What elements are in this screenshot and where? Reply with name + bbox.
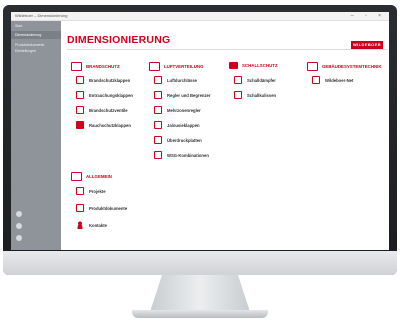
sound-icon	[229, 62, 238, 69]
sidebar-item-einstellungen[interactable]: Einstellungen	[15, 49, 36, 53]
item-label: WSG-Kombinationen	[167, 152, 209, 158]
folder-icon	[76, 187, 84, 195]
diffuser-icon	[154, 76, 162, 84]
fire-icon	[71, 62, 82, 71]
item-rauchschutzklappen[interactable]: Rauchschutzklappen	[76, 121, 131, 129]
category-schallschutz: SCHALLSCHUTZ	[229, 62, 278, 69]
item-brandschutzventile[interactable]: Brandschutzventile	[76, 106, 128, 114]
item-label: Brandschutzklappen	[89, 77, 131, 83]
item-label: Brandschutzventile	[89, 107, 128, 113]
window-controls[interactable]: – ▫ ×	[351, 13, 386, 19]
louver-icon	[154, 121, 162, 129]
item-label: Rauchschutzklappen	[89, 122, 131, 128]
sidebar-item-produktdokumente[interactable]: Produktdokumente	[15, 43, 44, 47]
multizone-icon	[154, 106, 162, 114]
item-label: Schalldämpfer	[247, 77, 276, 83]
item-kontakte[interactable]: Kontakte	[76, 221, 107, 229]
sidebar-item-start[interactable]: Start	[15, 24, 22, 28]
item-label: Jalousieklappen	[167, 122, 200, 128]
item-label: Schallkulissen	[247, 92, 277, 98]
category-title: GEBÄUDESYSTEMTECHNIK	[322, 64, 382, 69]
item-brandschutzklappen[interactable]: Brandschutzklappen	[76, 76, 130, 84]
item-luftdurchlaesse[interactable]: Luftdurchlässe	[154, 76, 197, 84]
combination-icon	[154, 151, 162, 159]
category-brandschutz: BRANDSCHUTZ	[71, 62, 120, 71]
item-label: Regler und Begrenzer	[167, 92, 211, 98]
page-title: DIMENSIONIERUNG	[67, 34, 171, 46]
item-label: Luftdurchlässe	[167, 77, 198, 83]
wildeboer-logo: WILDEBOER	[351, 41, 383, 49]
item-label: Wildeboer-Net	[325, 77, 354, 83]
app-window: Wildeboer – Dimensionierung – ▫ × Start …	[11, 12, 389, 250]
user-icon[interactable]	[16, 235, 22, 241]
item-schallkulissen[interactable]: Schallkulissen	[234, 91, 276, 99]
info-icon[interactable]	[16, 211, 22, 217]
item-regler-begrenzer[interactable]: Regler und Begrenzer	[154, 91, 211, 99]
monitor-stand	[150, 275, 250, 312]
item-wsg-kombinationen[interactable]: WSG-Kombinationen	[154, 151, 209, 159]
airflow-icon	[149, 62, 160, 71]
category-title: SCHALLSCHUTZ	[242, 63, 278, 68]
category-title: BRANDSCHUTZ	[86, 64, 120, 69]
item-produktdokumente[interactable]: Produktdokumente	[76, 204, 127, 212]
monitor-frame: Wildeboer – Dimensionierung – ▫ × Start …	[3, 5, 397, 275]
pressure-plate-icon	[154, 136, 162, 144]
category-allgemein: ALLGEMEIN	[71, 172, 112, 181]
item-projekte[interactable]: Projekte	[76, 187, 106, 195]
regulator-icon	[154, 91, 162, 99]
category-gebaeudesystemtechnik: GEBÄUDESYSTEMTECHNIK	[307, 62, 382, 71]
item-label: Mehrzonenregler	[167, 107, 201, 113]
category-title: LUFTVERTEILUNG	[164, 64, 204, 69]
item-mehrzonenregler[interactable]: Mehrzonenregler	[154, 106, 201, 114]
item-schalldaempfer[interactable]: Schalldämpfer	[234, 76, 276, 84]
smoke-damper-icon	[76, 91, 84, 99]
item-entrauchungsklappen[interactable]: Entrauchungsklappen	[76, 91, 133, 99]
baffle-icon	[234, 91, 242, 99]
monitor-base	[132, 310, 268, 318]
item-jalousieklappen[interactable]: Jalousieklappen	[154, 121, 200, 129]
item-label: Projekte	[89, 188, 106, 194]
window-title: Wildeboer – Dimensionierung	[15, 13, 68, 18]
sidebar: Start Dimensionierung Produktdokumente E…	[11, 21, 61, 250]
category-title: ALLGEMEIN	[86, 174, 112, 179]
net-icon	[312, 76, 320, 84]
item-wildeboer-net[interactable]: Wildeboer-Net	[312, 76, 353, 84]
valve-icon	[76, 106, 84, 114]
network-icon	[307, 62, 318, 71]
item-label: Kontakte	[89, 222, 107, 228]
item-label: Entrauchungsklappen	[89, 92, 133, 98]
help-icon[interactable]	[16, 223, 22, 229]
item-label: Überdruckplatten	[167, 137, 202, 143]
document-icon	[76, 204, 84, 212]
silencer-icon	[234, 76, 242, 84]
general-icon	[71, 172, 82, 181]
header-divider	[67, 49, 387, 50]
monitor-chin	[3, 251, 397, 275]
category-luftverteilung: LUFTVERTEILUNG	[149, 62, 204, 71]
item-label: Produktdokumente	[89, 205, 128, 211]
sidebar-item-dimensionierung[interactable]: Dimensionierung	[11, 31, 61, 39]
contact-icon	[76, 221, 84, 229]
damper-icon	[76, 76, 84, 84]
item-ueberdruckplatten[interactable]: Überdruckplatten	[154, 136, 202, 144]
smoke-icon	[76, 121, 84, 129]
title-bar: Wildeboer – Dimensionierung – ▫ ×	[11, 12, 389, 21]
